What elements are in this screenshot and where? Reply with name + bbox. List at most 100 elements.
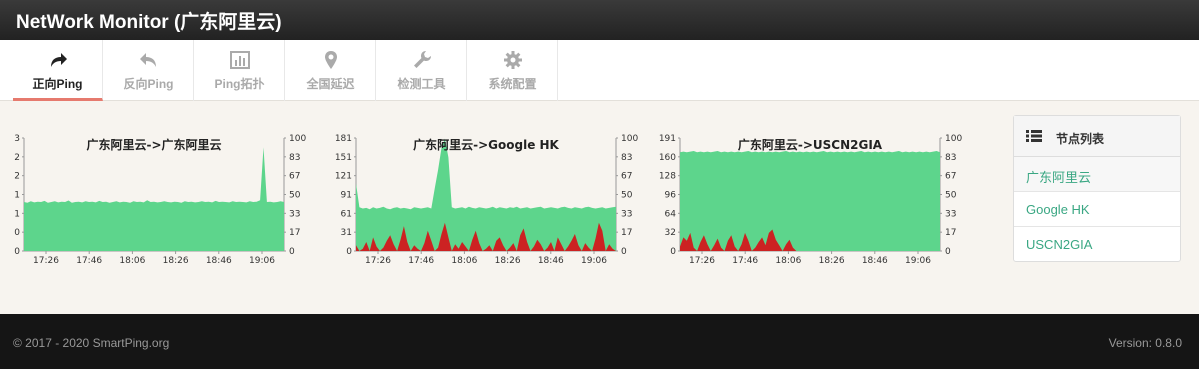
y-tick-right: 50: [621, 191, 633, 201]
tab-national-latency[interactable]: 全国延迟: [286, 40, 376, 101]
copyright-text: © 2017 - 2020 SmartPing.org: [13, 336, 170, 350]
node-list-panel: 节点列表 广东阿里云 Google HK USCN2GIA: [1013, 115, 1181, 262]
tab-bar: 正向Ping 反向Ping Ping拓扑 全国延迟 检测工具 系统配置: [0, 40, 1199, 101]
chart-svg: 0 0 1 1 2 2 3 0 17 33 50 67 83 100 17:26 17:46 18:06 18:2…: [14, 134, 306, 266]
y-tick-right: 17: [621, 228, 632, 238]
y-tick-left: 3: [14, 134, 20, 144]
version-text: Version: 0.8.0: [1108, 336, 1182, 350]
chart-svg: 0 31 61 91 121 151 181 0 17 33 50 67 83 100 17:26 17:46…: [335, 134, 639, 266]
x-tick-label: 18:26: [163, 256, 189, 266]
y-tick-left: 32: [665, 228, 676, 238]
y-tick-right: 33: [945, 209, 956, 219]
latency-chart-google-hk: 0 31 61 91 121 151 181 0 17 33 50 67 83 100 17:26 17:46…: [332, 128, 652, 275]
node-item-uscn2gia[interactable]: USCN2GIA: [1014, 227, 1180, 262]
tab-label: 系统配置: [488, 77, 537, 91]
x-tick-label: 18:06: [775, 256, 801, 266]
tab-label: 检测工具: [397, 77, 446, 91]
y-tick-right: 50: [289, 191, 301, 201]
y-tick-left: 151: [335, 153, 352, 163]
tab-detection-tools[interactable]: 检测工具: [377, 40, 467, 101]
gear-icon: [504, 51, 522, 69]
y-tick-left: 61: [341, 209, 352, 219]
x-tick-label: 18:26: [819, 256, 845, 266]
tab-system-config[interactable]: 系统配置: [468, 40, 558, 101]
x-tick-label: 18:26: [495, 256, 521, 266]
y-tick-left: 128: [659, 172, 676, 182]
x-tick-label: 19:06: [581, 256, 607, 266]
y-tick-left: 31: [341, 228, 352, 238]
y-tick-right: 50: [945, 191, 957, 201]
node-list-header: 节点列表: [1014, 116, 1180, 157]
node-item-google-hk[interactable]: Google HK: [1014, 192, 1180, 227]
x-tick-label: 19:06: [905, 256, 931, 266]
tab-ping-topology[interactable]: Ping拓扑: [195, 40, 285, 101]
x-tick-label: 18:06: [119, 256, 145, 266]
x-tick-label: 17:26: [365, 256, 391, 266]
latency-area: [680, 151, 940, 251]
footer: © 2017 - 2020 SmartPing.org Version: 0.8…: [0, 314, 1199, 369]
x-tick-label: 17:46: [76, 256, 102, 266]
y-tick-right: 17: [945, 228, 956, 238]
y-tick-right: 67: [289, 172, 300, 182]
wrench-icon: [414, 51, 431, 68]
y-tick-left: 0: [14, 247, 20, 257]
y-tick-right: 0: [621, 247, 627, 257]
x-tick-label: 17:46: [408, 256, 434, 266]
x-tick-label: 17:46: [732, 256, 758, 266]
y-tick-left: 121: [335, 172, 352, 182]
y-tick-right: 83: [621, 153, 632, 163]
y-tick-right: 83: [289, 153, 300, 163]
tab-label: 反向Ping: [123, 77, 174, 91]
tab-reverse-ping[interactable]: 反向Ping: [104, 40, 194, 101]
tab-label: 全国延迟: [306, 77, 355, 91]
y-tick-left: 64: [665, 209, 677, 219]
latency-chart-self: 0 0 1 1 2 2 3 0 17 33 50 67 83 100 17:26 17:46 18:06 18:2…: [0, 128, 320, 275]
y-tick-left: 0: [670, 247, 676, 257]
chart-title: 广东阿里云->USCN2GIA: [738, 137, 883, 152]
chart-title: 广东阿里云->Google HK: [413, 137, 559, 152]
tab-forward-ping[interactable]: 正向Ping: [13, 40, 103, 101]
top-bar: NetWork Monitor (广东阿里云): [0, 0, 1199, 40]
y-tick-right: 100: [289, 134, 306, 144]
bar-chart-icon: [230, 51, 250, 69]
y-tick-right: 67: [621, 172, 632, 182]
map-marker-icon: [325, 51, 337, 69]
y-tick-right: 83: [945, 153, 956, 163]
y-tick-right: 0: [945, 247, 951, 257]
y-tick-left: 0: [346, 247, 352, 257]
y-tick-left: 2: [14, 153, 20, 163]
app-title: NetWork Monitor (广东阿里云): [16, 12, 282, 33]
y-tick-right: 100: [621, 134, 638, 144]
x-tick-label: 19:06: [249, 256, 275, 266]
list-icon: [1026, 130, 1042, 142]
y-tick-left: 1: [14, 209, 20, 219]
latency-area: [24, 147, 284, 251]
y-tick-left: 181: [335, 134, 352, 144]
x-tick-label: 18:46: [538, 256, 564, 266]
y-tick-left: 2: [14, 172, 20, 182]
y-tick-left: 160: [659, 153, 676, 163]
x-tick-label: 18:46: [206, 256, 232, 266]
chart-title: 广东阿里云->广东阿里云: [86, 137, 221, 152]
tab-label: 正向Ping: [32, 77, 83, 91]
y-tick-left: 91: [341, 191, 352, 201]
y-tick-right: 67: [945, 172, 956, 182]
y-tick-right: 33: [621, 209, 632, 219]
chart-svg: 0 32 64 96 128 160 191 0 17 33 50 67 83 100 17:26 17:46…: [659, 134, 963, 266]
reply-arrow-icon: [140, 53, 156, 67]
latency-area: [356, 138, 616, 251]
y-tick-right: 100: [945, 134, 962, 144]
node-item-guangdong-aliyun[interactable]: 广东阿里云: [1014, 157, 1180, 192]
y-tick-left: 96: [665, 191, 677, 201]
y-tick-left: 191: [659, 134, 676, 144]
y-tick-right: 17: [289, 228, 300, 238]
y-tick-right: 0: [289, 247, 295, 257]
x-tick-label: 17:26: [33, 256, 59, 266]
latency-chart-uscn2gia: 0 32 64 96 128 160 191 0 17 33 50 67 83 100 17:26 17:46…: [656, 128, 976, 275]
tab-label: Ping拓扑: [214, 77, 265, 91]
y-tick-left: 0: [14, 228, 20, 238]
node-list-title: 节点列表: [1056, 132, 1105, 146]
x-tick-label: 17:26: [689, 256, 715, 266]
y-tick-left: 1: [14, 191, 20, 201]
x-tick-label: 18:06: [451, 256, 477, 266]
